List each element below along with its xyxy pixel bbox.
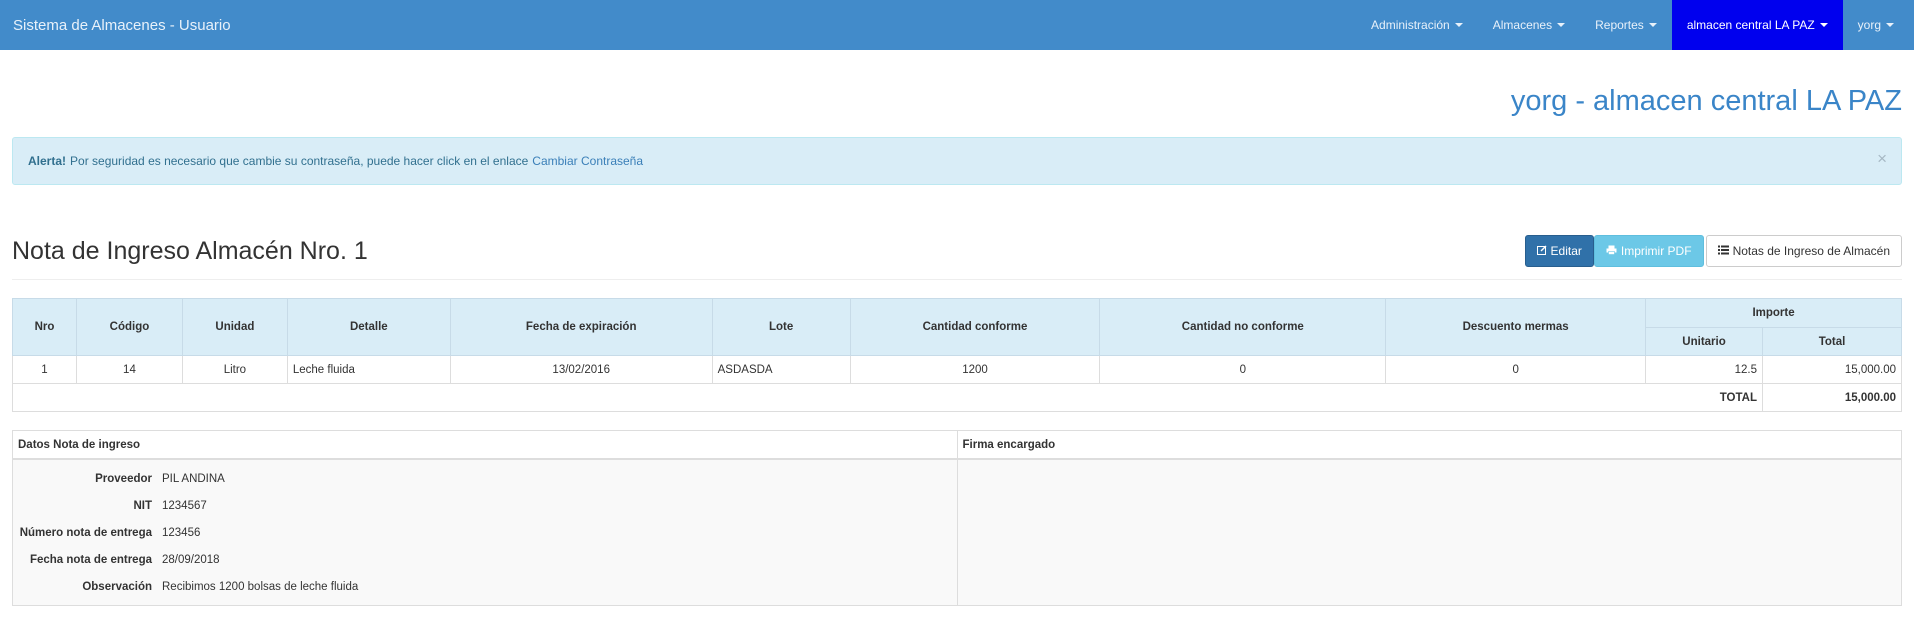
col-codigo: Código [75,298,183,356]
total-label: TOTAL [12,383,1763,412]
app-brand[interactable]: Sistema de Almacenes - Usuario [0,17,231,34]
caret-down-icon [1557,23,1566,27]
table-header-row: Nro Código Unidad Detalle Fecha de expir… [12,298,1902,356]
nav-menu-reportes[interactable]: Reportes [1580,0,1672,50]
nav-menu-label: Almacenes [1492,18,1553,32]
nav-menu-administracion[interactable]: Administración [1356,0,1478,50]
col-nro: Nro [12,298,77,356]
signature-area [958,460,1902,605]
info-row-fecha-nota: Fecha nota de entrega 28/09/2018 [13,546,957,573]
cell-unidad: Litro [181,355,288,384]
col-importe: Importe [1645,298,1902,328]
info-value: PIL ANDINA [162,472,225,485]
alert-strong: Alerta! [28,154,67,168]
cell-no-conforme: 0 [1099,355,1387,384]
cell-codigo: 14 [75,355,183,384]
info-row-observacion: Observación Recibimos 1200 bolsas de lec… [13,573,957,600]
nav-menu-label: Reportes [1595,18,1644,32]
col-no-conforme: Cantidad no conforme [1099,298,1387,356]
nav-menu-label: yorg [1857,18,1881,32]
col-conforme: Cantidad conforme [849,298,1101,356]
info-panel-header: Datos Nota de ingreso Firma encargado [13,431,1901,460]
edit-button-label: Editar [1550,244,1582,258]
nav-menu-label: Administración [1371,18,1450,32]
print-pdf-label: Imprimir PDF [1620,244,1692,258]
cell-conforme: 1200 [849,355,1101,384]
close-icon[interactable]: × [1877,150,1887,167]
nav-menu-almacen-actual[interactable]: almacen central LA PAZ [1671,0,1843,50]
col-unidad: Unidad [181,298,288,356]
info-row-nit: NIT 1234567 [13,492,957,519]
list-icon [1717,245,1729,258]
info-fields: Proveedor PIL ANDINA NIT 1234567 Número … [13,460,958,605]
cell-total: 15,000.00 [1762,355,1902,384]
edit-button[interactable]: Editar [1524,235,1594,267]
info-value: 28/09/2018 [162,553,220,566]
info-right-title: Firma encargado [962,438,1056,451]
notes-list-button[interactable]: Notas de Ingreso de Almacén [1705,235,1902,267]
caret-down-icon [1819,23,1828,27]
nav-menu-label: almacen central LA PAZ [1686,18,1815,32]
caret-down-icon [1648,23,1657,27]
caret-down-icon [1454,23,1463,27]
alert-text: Por seguridad es necesario que cambie su… [70,154,529,168]
items-table: Nro Código Unidad Detalle Fecha de expir… [12,298,1902,412]
printer-icon [1606,245,1617,258]
info-panel-body: Proveedor PIL ANDINA NIT 1234567 Número … [13,460,1901,605]
cell-mermas: 0 [1385,355,1647,384]
nav-menu: Administración Almacenes Reportes almace… [1356,0,1914,50]
info-value: Recibimos 1200 bolsas de leche fluida [162,580,359,593]
col-fecha: Fecha de expiración [449,298,713,356]
print-pdf-button[interactable]: Imprimir PDF [1593,235,1704,267]
action-buttons: Editar Imprimir PDF Notas de Ingreso de … [1524,235,1902,267]
nav-menu-user[interactable]: yorg [1843,0,1914,50]
info-left-title: Datos Nota de ingreso [13,431,958,458]
nav-menu-almacenes[interactable]: Almacenes [1478,0,1580,50]
section-header: Nota de Ingreso Almacén Nro. 1 Editar Im… [12,231,1902,280]
info-value: 1234567 [162,499,207,512]
info-label: Fecha nota de entrega [29,553,152,566]
password-alert: Alerta! Por seguridad es necesario que c… [12,137,1902,185]
total-value: 15,000.00 [1762,383,1902,412]
cell-fecha: 13/02/2016 [449,355,713,384]
edit-icon [1536,245,1547,258]
info-label: Proveedor [95,472,152,485]
col-lote: Lote [711,298,851,356]
page-header-title: yorg - almacen central LA PAZ [1510,85,1902,117]
top-navbar: Sistema de Almacenes - Usuario Administr… [0,0,1914,50]
col-mermas: Descuento mermas [1385,298,1647,356]
table-total-row: TOTAL 15,000.00 [12,383,1902,412]
col-unitario: Unitario [1645,327,1763,356]
caret-down-icon [1886,23,1894,27]
info-row-numero-nota: Número nota de entrega 123456 [13,519,957,546]
cell-nro: 1 [12,355,77,384]
col-detalle: Detalle [286,298,451,356]
page-title: Nota de Ingreso Almacén Nro. 1 [12,236,368,265]
table-row: 1 14 Litro Leche fluida 13/02/2016 ASDAS… [12,355,1902,384]
info-value: 123456 [162,526,201,539]
cell-lote: ASDASDA [711,355,851,384]
cell-detalle: Leche fluida [286,355,451,384]
cell-unitario: 12.5 [1645,355,1763,384]
info-label: Observación [82,580,152,593]
change-password-link[interactable]: Cambiar Contraseña [532,154,643,168]
info-row-proveedor: Proveedor PIL ANDINA [13,465,957,492]
info-label: NIT [133,499,152,512]
info-label: Número nota de entrega [19,526,152,539]
col-total: Total [1762,327,1902,356]
note-info-panel: Datos Nota de ingreso Firma encargado Pr… [12,430,1902,606]
notes-list-label: Notas de Ingreso de Almacén [1732,244,1890,258]
